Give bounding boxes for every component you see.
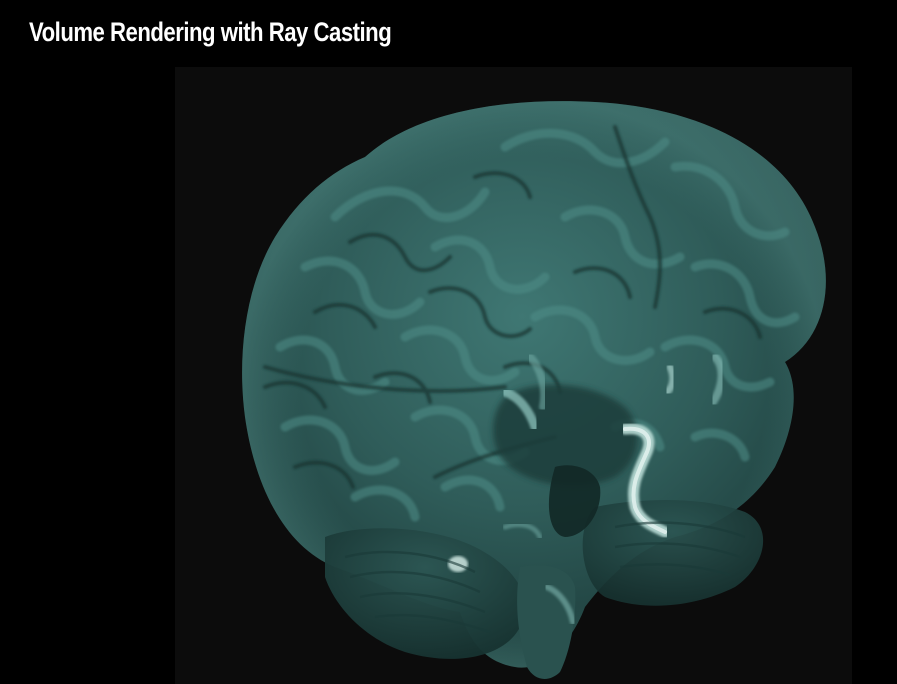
brainstem bbox=[517, 565, 576, 679]
volume-render-viewport[interactable] bbox=[175, 67, 852, 684]
temporal-lobe-right bbox=[582, 500, 764, 606]
page-title: Volume Rendering with Ray Casting bbox=[29, 17, 392, 47]
brain-volume-render bbox=[242, 101, 826, 679]
